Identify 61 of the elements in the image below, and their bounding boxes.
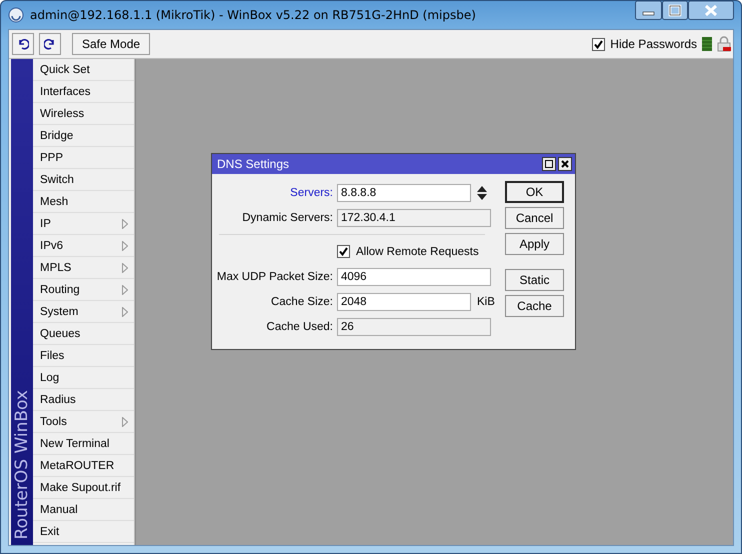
menu-item[interactable]: Interfaces bbox=[33, 81, 134, 103]
dialog-title: DNS Settings bbox=[217, 157, 290, 171]
menu-item[interactable]: MetaROUTER bbox=[33, 455, 134, 477]
field-label: Dynamic Servers: bbox=[241, 212, 333, 224]
field-label: Cache Used: bbox=[266, 320, 333, 332]
maximize-icon[interactable] bbox=[542, 157, 556, 171]
field-label: Servers: bbox=[289, 186, 333, 198]
input-field[interactable]: 2048 bbox=[337, 292, 471, 310]
close-icon[interactable] bbox=[558, 157, 572, 171]
field-label: Cache Size: bbox=[270, 296, 333, 308]
menu-item[interactable]: Mesh bbox=[33, 191, 134, 213]
status-indicator-icon bbox=[702, 37, 712, 51]
menu-item[interactable]: Switch bbox=[33, 169, 134, 191]
checkbox[interactable] bbox=[592, 38, 606, 50]
brand-label: RouterOS WinBox bbox=[12, 390, 32, 539]
menu-item[interactable]: System bbox=[33, 301, 134, 323]
safe-mode-button[interactable]: Safe Mode bbox=[72, 33, 150, 55]
menu-item[interactable]: Log bbox=[33, 367, 134, 389]
check-icon bbox=[339, 247, 348, 256]
maximize-icon[interactable] bbox=[662, 1, 688, 20]
menu-item[interactable]: PPP bbox=[33, 147, 134, 169]
field-label: Max UDP Packet Size: bbox=[216, 270, 333, 282]
redo-button[interactable] bbox=[39, 33, 61, 55]
dialog-button[interactable]: Static bbox=[505, 269, 564, 291]
check-icon bbox=[594, 40, 604, 48]
app-logo-icon bbox=[8, 7, 24, 23]
dialog-button[interactable]: Apply bbox=[505, 233, 564, 255]
menu-item[interactable]: Radius bbox=[33, 389, 134, 411]
up-down-arrows-icon[interactable] bbox=[477, 186, 487, 200]
minimize-icon[interactable] bbox=[635, 1, 662, 20]
menu-item[interactable]: IP bbox=[33, 213, 134, 235]
undo-button[interactable] bbox=[12, 33, 34, 55]
unit-label: KiB bbox=[477, 296, 495, 308]
dialog-button[interactable]: Cache bbox=[505, 295, 564, 317]
menu-item[interactable]: Make Supout.rif bbox=[33, 477, 134, 499]
input-field[interactable]: 4096 bbox=[337, 268, 491, 286]
menu-item[interactable]: IPv6 bbox=[33, 235, 134, 257]
window-title: admin@192.168.1.1 (MikroTik) - WinBox v5.22 on RB751G-2HnD (mipsbe) bbox=[30, 8, 477, 22]
checkbox-label: Hide Passwords bbox=[610, 37, 697, 51]
checkbox[interactable] bbox=[337, 245, 350, 258]
lock-icon bbox=[717, 36, 731, 52]
menu-item[interactable]: Exit bbox=[33, 521, 134, 543]
checkbox-label: Allow Remote Requests bbox=[356, 246, 479, 258]
close-icon[interactable] bbox=[688, 1, 734, 20]
input-field: 172.30.4.1 bbox=[337, 208, 491, 226]
redo-icon bbox=[44, 38, 56, 50]
menu-item[interactable]: Routing bbox=[33, 279, 134, 301]
input-field[interactable]: 8.8.8.8 bbox=[337, 184, 471, 202]
menu-item[interactable]: Bridge bbox=[33, 125, 134, 147]
menu-item[interactable]: Quick Set bbox=[33, 59, 134, 81]
menu-item[interactable]: Wireless bbox=[33, 103, 134, 125]
dialog-button[interactable]: OK bbox=[505, 181, 564, 203]
menu-item[interactable]: Files bbox=[33, 345, 134, 367]
menu-item[interactable]: Tools bbox=[33, 411, 134, 433]
menu-item[interactable]: MPLS bbox=[33, 257, 134, 279]
undo-icon bbox=[17, 38, 29, 50]
input-field: 26 bbox=[337, 318, 491, 336]
menu-item[interactable]: Manual bbox=[33, 499, 134, 521]
menu-item[interactable]: New Terminal bbox=[33, 433, 134, 455]
menu-item[interactable]: Queues bbox=[33, 323, 134, 345]
dialog-button[interactable]: Cancel bbox=[505, 207, 564, 229]
